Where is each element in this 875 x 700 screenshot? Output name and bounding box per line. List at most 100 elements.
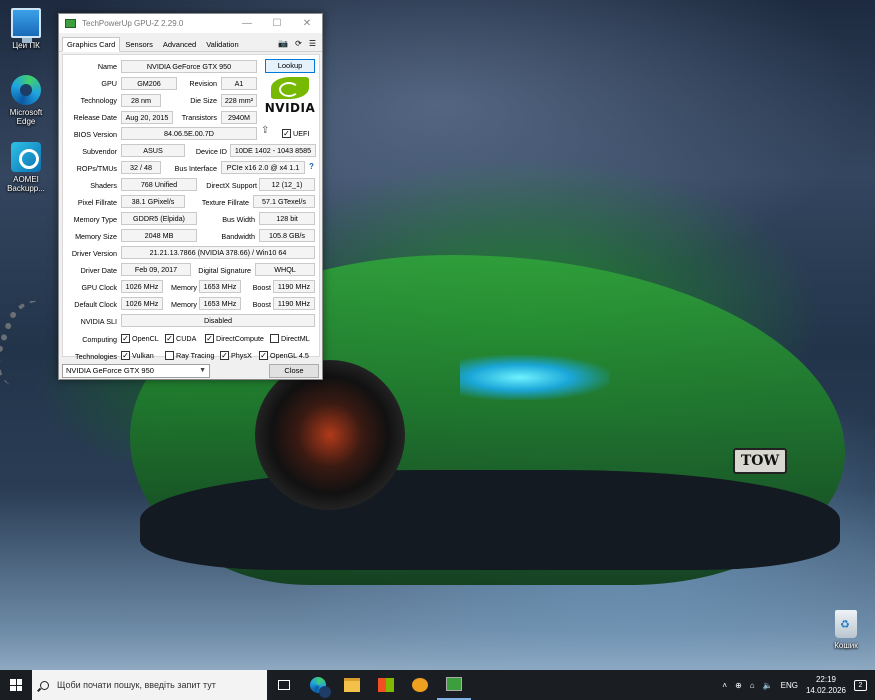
- recycle-bin-icon: [835, 610, 857, 638]
- desktop-icon-recycle-bin[interactable]: Кошик: [820, 610, 872, 650]
- driver-date-value: Feb 09, 2017: [121, 263, 191, 276]
- minimize-button[interactable]: —: [232, 14, 262, 33]
- directml-checkbox[interactable]: DirectML: [270, 334, 310, 343]
- transistors-label: Transistors: [181, 113, 217, 122]
- windows-logo-icon: [10, 679, 22, 691]
- directcompute-checkbox[interactable]: ✓ DirectCompute: [205, 334, 264, 343]
- physx-label: PhysX: [231, 351, 252, 360]
- menu-icon[interactable]: ☰: [309, 37, 316, 50]
- tab-graphics-card[interactable]: Graphics Card: [62, 37, 121, 52]
- tab-validation[interactable]: Validation: [201, 37, 243, 51]
- nvidia-logo-text: NVIDIA: [264, 101, 316, 115]
- directcompute-label: DirectCompute: [216, 334, 264, 343]
- system-tray: ˄ ⊕ ⌂ 🔈 ENG 22:19 14.02.2026 2: [722, 670, 875, 700]
- refresh-icon[interactable]: ⟳: [295, 37, 302, 50]
- release-date-label: Release Date: [73, 113, 117, 122]
- vulkan-label: Vulkan: [132, 351, 154, 360]
- gpu-clock-value: 1026 MHz: [121, 280, 163, 293]
- wallpaper-car-wheel: [255, 360, 405, 510]
- nvidia-sli-value: Disabled: [121, 314, 315, 327]
- clock[interactable]: 22:19 14.02.2026: [806, 674, 846, 696]
- directcompute-check-box[interactable]: ✓: [205, 334, 214, 343]
- notification-count: 2: [858, 681, 863, 689]
- default-clock-boost-value: 1190 MHz: [273, 297, 315, 310]
- desktop-icon-this-pc[interactable]: Цей ПК: [0, 8, 52, 50]
- network-icon[interactable]: ⊕: [735, 681, 742, 690]
- taskbar: Щоби почати пошук, введіть запит тут ˄ ⊕…: [0, 670, 875, 700]
- technology-label: Technology: [80, 96, 117, 105]
- title-bar[interactable]: TechPowerUp GPU-Z 2.29.0 — ☐ ✕: [59, 14, 322, 33]
- taskbar-gpu-z[interactable]: [437, 670, 471, 700]
- directx-value: 12 (12_1): [259, 178, 315, 191]
- chevron-up-icon[interactable]: ˄: [722, 681, 727, 690]
- gpu-select[interactable]: NVIDIA GeForce GTX 950 ▼: [62, 364, 210, 378]
- edge-icon: [11, 75, 41, 105]
- ray-tracing-checkbox[interactable]: Ray Tracing: [165, 351, 214, 360]
- driver-date-label: Driver Date: [80, 266, 117, 275]
- rops-tmus-label: ROPs/TMUs: [76, 164, 117, 173]
- digital-signature-label: Digital Signature: [198, 266, 251, 275]
- technologies-label: Technologies: [75, 352, 117, 361]
- search-icon: [40, 680, 49, 690]
- taskbar-edge[interactable]: [301, 670, 335, 700]
- browser-icon: [412, 678, 428, 692]
- opencl-checkbox[interactable]: ✓ OpenCL: [121, 334, 159, 343]
- maximize-button[interactable]: ☐: [262, 14, 292, 33]
- task-view-button[interactable]: [267, 670, 301, 700]
- default-clock-label: Default Clock: [74, 300, 117, 309]
- directml-check-box[interactable]: [270, 334, 279, 343]
- default-clock-boost-label: Boost: [252, 300, 271, 309]
- die-size-label: Die Size: [190, 96, 217, 105]
- desktop-icon-edge[interactable]: Microsoft Edge: [0, 75, 52, 126]
- language-icon[interactable]: ⌂: [750, 681, 755, 690]
- opengl-checkbox[interactable]: ✓ OpenGL 4.5: [259, 351, 309, 360]
- default-clock-memory-label: Memory: [171, 300, 197, 309]
- opencl-check-box[interactable]: ✓: [121, 334, 130, 343]
- gpu-label: GPU: [101, 79, 117, 88]
- taskbar-store[interactable]: [369, 670, 403, 700]
- cuda-check-box[interactable]: ✓: [165, 334, 174, 343]
- desktop-icon-aomei[interactable]: AOMEI Backupp...: [0, 142, 52, 193]
- gpuz-window[interactable]: TechPowerUp GPU-Z 2.29.0 — ☐ ✕ Graphics …: [58, 13, 323, 380]
- opengl-check-box[interactable]: ✓: [259, 351, 268, 360]
- share-icon[interactable]: ⇪: [261, 125, 269, 136]
- tab-advanced[interactable]: Advanced: [158, 37, 201, 51]
- close-window-button[interactable]: ✕: [292, 14, 322, 33]
- start-button[interactable]: [0, 670, 32, 700]
- bios-version-value: 84.06.5E.00.7D: [121, 127, 257, 140]
- revision-value: A1: [221, 77, 257, 90]
- uefi-label: UEFI: [293, 129, 310, 138]
- file-explorer-icon: [344, 678, 360, 692]
- physx-checkbox[interactable]: ✓ PhysX: [220, 351, 252, 360]
- vulkan-check-box[interactable]: ✓: [121, 351, 130, 360]
- notification-icon[interactable]: 2: [854, 679, 867, 691]
- device-id-label: Device ID: [195, 147, 227, 156]
- shaders-label: Shaders: [90, 181, 117, 190]
- uefi-check-box[interactable]: ✓: [282, 129, 291, 138]
- taskbar-browser[interactable]: [403, 670, 437, 700]
- task-view-icon: [278, 680, 290, 690]
- device-id-value: 10DE 1402 - 1043 8585: [230, 144, 316, 157]
- ray-tracing-check-box[interactable]: [165, 351, 174, 360]
- physx-check-box[interactable]: ✓: [220, 351, 229, 360]
- volume-icon[interactable]: 🔈: [763, 681, 773, 690]
- bus-help-icon[interactable]: ?: [309, 162, 314, 171]
- cuda-checkbox[interactable]: ✓ CUDA: [165, 334, 196, 343]
- taskbar-search[interactable]: Щоби почати пошук, введіть запит тут: [32, 670, 267, 700]
- gpu-value: GM206: [121, 77, 177, 90]
- shaders-value: 768 Unified: [121, 178, 197, 191]
- taskbar-file-explorer[interactable]: [335, 670, 369, 700]
- desktop-icon-label: Microsoft Edge: [9, 108, 43, 126]
- camera-icon[interactable]: 📷: [278, 37, 288, 50]
- uefi-checkbox[interactable]: ✓ UEFI: [282, 129, 309, 138]
- language-indicator[interactable]: ENG: [781, 681, 798, 690]
- opengl-label: OpenGL 4.5: [270, 351, 309, 360]
- close-button[interactable]: Close: [269, 364, 319, 378]
- tab-sensors[interactable]: Sensors: [120, 37, 158, 51]
- bandwidth-value: 105.8 GB/s: [259, 229, 315, 242]
- clock-date: 14.02.2026: [805, 686, 846, 695]
- vulkan-checkbox[interactable]: ✓ Vulkan: [121, 351, 154, 360]
- opencl-label: OpenCL: [132, 334, 159, 343]
- lookup-button[interactable]: Lookup: [265, 59, 315, 73]
- gpu-select-value: NVIDIA GeForce GTX 950: [66, 366, 154, 375]
